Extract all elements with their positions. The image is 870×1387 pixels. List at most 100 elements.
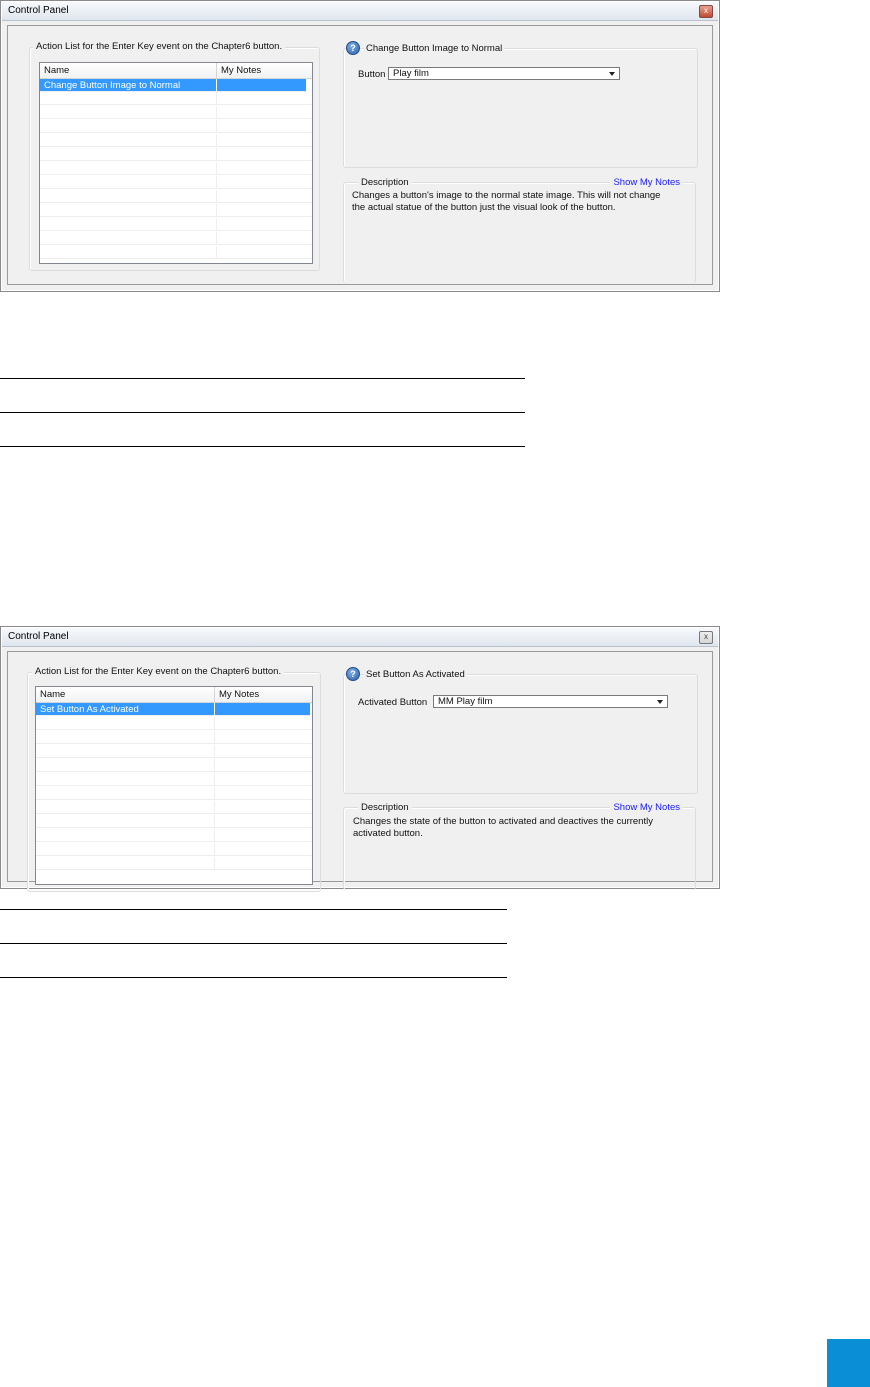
list-item-name: Change Button Image to Normal — [44, 80, 181, 91]
list-item[interactable] — [40, 92, 312, 105]
rule-line — [0, 446, 525, 447]
action-list-group: Action List for the Enter Key event on t… — [27, 666, 321, 892]
help-icon[interactable]: ? — [346, 41, 360, 55]
list-item[interactable] — [40, 134, 312, 147]
list-header: Name My Notes — [40, 63, 312, 79]
list-item[interactable] — [40, 218, 312, 231]
cell-separator — [214, 773, 215, 786]
column-header-my-notes[interactable]: My Notes — [221, 65, 261, 76]
list-item[interactable] — [40, 246, 312, 259]
title-bar[interactable]: Control Panel x — [2, 628, 718, 647]
cell-separator — [216, 79, 217, 92]
cell-separator — [216, 190, 217, 203]
description-group: Description Show My Notes Changes a butt… — [343, 177, 696, 283]
action-list[interactable]: Name My Notes Set Button As Activated — [35, 686, 313, 885]
cell-separator — [214, 843, 215, 856]
action-parameters-group: ? Set Button As Activated Activated Butt… — [343, 667, 698, 794]
rule-line — [0, 977, 507, 978]
cell-separator — [216, 148, 217, 161]
list-item[interactable]: Change Button Image to Normal — [40, 79, 306, 92]
cell-separator — [214, 703, 215, 716]
cell-separator — [216, 162, 217, 175]
list-item[interactable] — [36, 801, 312, 814]
show-my-notes-link[interactable]: Show My Notes — [610, 177, 683, 188]
list-item[interactable] — [36, 745, 312, 758]
cell-separator — [214, 759, 215, 772]
cell-separator — [214, 787, 215, 800]
column-header-my-notes[interactable]: My Notes — [219, 689, 259, 700]
list-item[interactable] — [36, 815, 312, 828]
control-panel-window-1: Control Panel x Action List for the Ente… — [0, 0, 720, 292]
action-list-legend: Action List for the Enter Key event on t… — [33, 41, 286, 52]
description-text: Changes a button's image to the normal s… — [352, 190, 661, 213]
action-parameters-group: ? Change Button Image to Normal Button P… — [343, 41, 698, 168]
list-item[interactable] — [40, 148, 312, 161]
list-header: Name My Notes — [36, 687, 312, 703]
cell-separator — [214, 857, 215, 870]
list-item[interactable] — [36, 773, 312, 786]
cell-separator — [216, 106, 217, 119]
list-item[interactable] — [36, 731, 312, 744]
list-item[interactable] — [40, 190, 312, 203]
page-corner-marker — [827, 1339, 870, 1387]
cell-separator — [216, 204, 217, 217]
cell-separator — [216, 134, 217, 147]
panel-content: Action List for the Enter Key event on t… — [7, 651, 713, 892]
list-item[interactable] — [40, 204, 312, 217]
button-dropdown-value: Play film — [393, 68, 429, 79]
column-header-name[interactable]: Name — [40, 689, 65, 700]
activated-button-field-label: Activated Button — [358, 697, 428, 708]
list-item[interactable] — [40, 120, 312, 133]
cell-separator — [216, 92, 217, 105]
rule-line — [0, 412, 525, 413]
help-icon[interactable]: ? — [346, 667, 360, 681]
rule-line — [0, 943, 507, 944]
action-title: Change Button Image to Normal — [364, 43, 505, 54]
close-icon[interactable]: x — [699, 631, 713, 644]
column-header-name[interactable]: Name — [44, 65, 69, 76]
chevron-down-icon[interactable] — [657, 700, 663, 704]
cell-separator — [216, 218, 217, 231]
cell-separator — [214, 745, 215, 758]
activated-button-dropdown-value: MM Play film — [438, 696, 493, 707]
list-item[interactable] — [36, 717, 312, 730]
description-text: Changes the state of the button to activ… — [353, 816, 653, 839]
column-separator[interactable] — [214, 687, 215, 702]
action-list-group: Action List for the Enter Key event on t… — [29, 41, 320, 271]
list-item[interactable]: Set Button As Activated — [36, 703, 310, 716]
cell-separator — [214, 815, 215, 828]
cell-separator — [216, 176, 217, 189]
show-my-notes-link[interactable]: Show My Notes — [610, 802, 683, 813]
cell-separator — [214, 801, 215, 814]
cell-separator — [216, 120, 217, 133]
cell-separator — [214, 717, 215, 730]
list-item[interactable] — [36, 787, 312, 800]
rule-line — [0, 378, 525, 379]
description-group: Description Show My Notes Changes the st… — [343, 802, 696, 890]
action-list-legend: Action List for the Enter Key event on t… — [32, 666, 285, 677]
list-item[interactable] — [36, 759, 312, 772]
description-label: Description — [358, 177, 412, 188]
panel-content: Action List for the Enter Key event on t… — [7, 25, 713, 285]
rule-line — [0, 909, 507, 910]
cell-separator — [214, 731, 215, 744]
close-icon[interactable]: x — [699, 5, 713, 18]
action-list[interactable]: Name My Notes Change Button Image to Nor… — [39, 62, 313, 264]
column-separator[interactable] — [216, 63, 217, 78]
list-item[interactable] — [40, 232, 312, 245]
list-item[interactable] — [36, 829, 312, 842]
cell-separator — [216, 232, 217, 245]
button-dropdown[interactable]: Play film — [388, 67, 620, 80]
chevron-down-icon[interactable] — [609, 72, 615, 76]
activated-button-dropdown[interactable]: MM Play film — [433, 695, 668, 708]
list-item[interactable] — [40, 106, 312, 119]
list-item[interactable] — [36, 843, 312, 856]
window-title: Control Panel — [8, 631, 69, 642]
list-item[interactable] — [40, 162, 312, 175]
description-label: Description — [358, 802, 412, 813]
title-bar[interactable]: Control Panel x — [2, 2, 718, 21]
list-item[interactable] — [40, 176, 312, 189]
list-item[interactable] — [36, 857, 312, 870]
control-panel-window-2: Control Panel x Action List for the Ente… — [0, 626, 720, 892]
cell-separator — [216, 246, 217, 259]
